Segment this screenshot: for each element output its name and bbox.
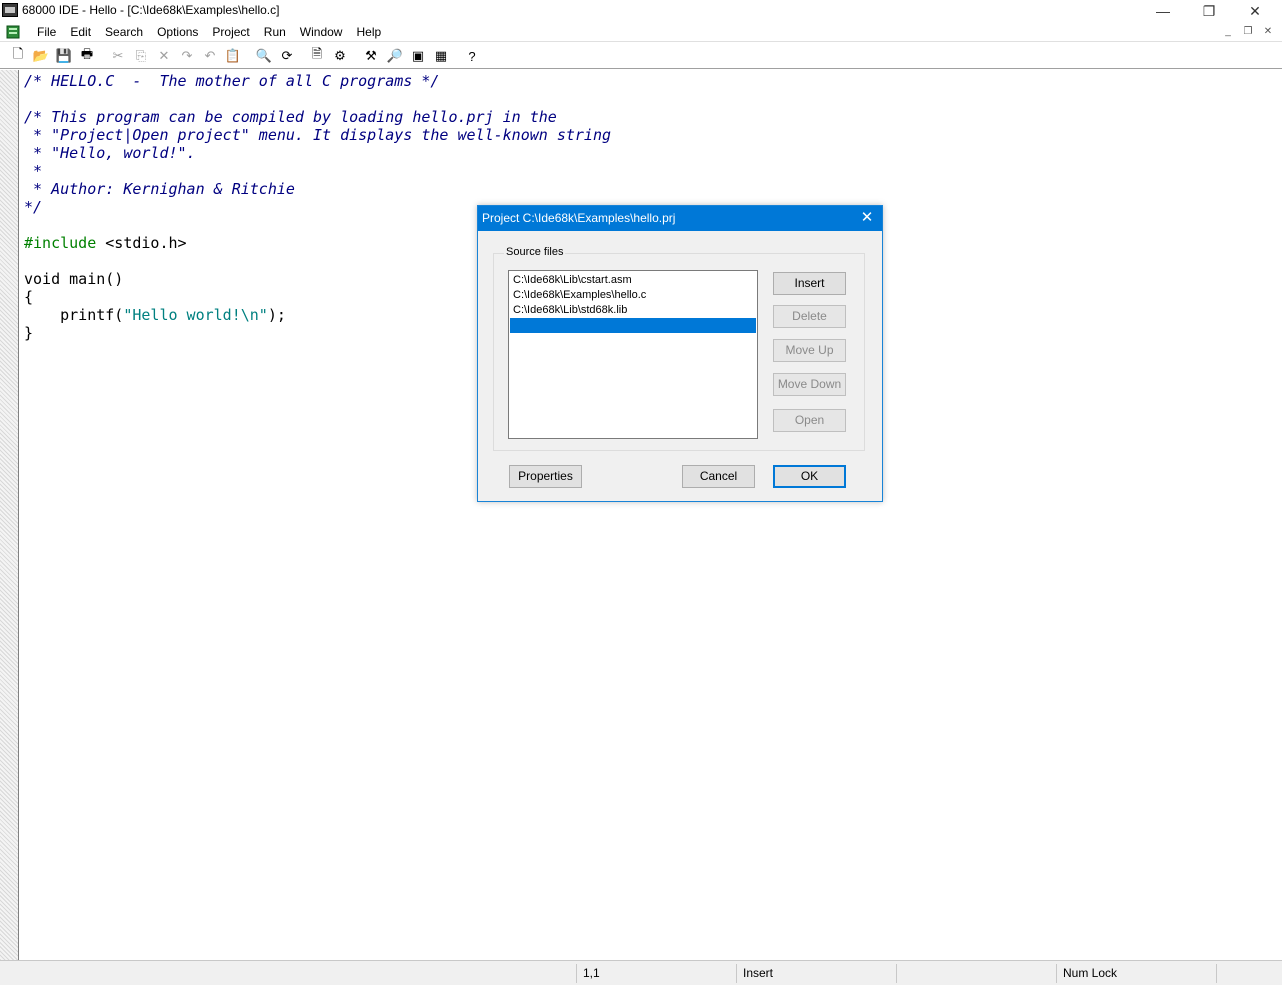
mdi-minimize-icon[interactable]: _ (1220, 25, 1236, 39)
properties-button[interactable]: Properties (509, 465, 582, 488)
code-editor[interactable]: /* HELLO.C - The mother of all C program… (0, 70, 1282, 960)
list-item[interactable]: C:\Ide68k\Examples\hello.c (510, 288, 756, 303)
code-line: /* HELLO.C - The mother of all C program… (24, 72, 611, 90)
mdi-restore-icon[interactable]: ❐ (1240, 25, 1256, 39)
copy-icon[interactable]: ⎘ (132, 47, 150, 65)
undo-icon[interactable]: ↶ (201, 47, 219, 65)
status-extra (1216, 964, 1282, 983)
menu-search[interactable]: Search (98, 24, 150, 40)
help-icon[interactable]: ? (463, 47, 481, 65)
dialog-title-bar[interactable]: Project C:\Ide68k\Examples\hello.prj ✕ (478, 206, 882, 231)
code-token: * "Hello, world!". (24, 144, 196, 162)
delete-icon[interactable]: ✕ (155, 47, 173, 65)
dialog-close-icon[interactable]: ✕ (858, 209, 876, 227)
code-line: * Author: Kernighan & Ritchie (24, 180, 611, 198)
monitor-icon[interactable]: ▣ (409, 47, 427, 65)
source-files-label: Source files (504, 246, 566, 258)
mdi-close-icon[interactable]: ✕ (1260, 25, 1276, 39)
window-title: 68000 IDE - Hello - [C:\Ide68k\Examples\… (22, 3, 280, 17)
close-icon[interactable]: ✕ (1232, 0, 1278, 22)
menu-bar: File Edit Search Options Project Run Window Hel… (0, 22, 1282, 42)
code-line: * "Project|Open project" menu. It displa… (24, 126, 611, 144)
list-item[interactable]: C:\Ide68k\Lib\cstart.asm (510, 273, 756, 288)
project-file-icon[interactable]: 🗎 (308, 46, 326, 65)
menu-options[interactable]: Options (150, 24, 205, 40)
code-token: * Author: Kernighan & Ritchie (24, 180, 295, 198)
paste-icon[interactable]: 📋 (224, 47, 242, 65)
save-icon[interactable]: 💾 (55, 47, 73, 65)
build-tools-icon[interactable]: ⚒ (362, 47, 380, 65)
source-files-list[interactable]: C:\Ide68k\Lib\cstart.asm C:\Ide68k\Exampl… (508, 270, 758, 439)
move-down-button[interactable]: Move Down (773, 373, 846, 396)
status-bar: 1,1 Insert Num Lock (0, 960, 1282, 985)
editor-gutter (0, 70, 19, 960)
code-token: main() (60, 270, 124, 288)
toolbar: 🗋 📂 💾 🖶 ✂ ⎘ ✕ ↷ ↶ 📋 🔍 ⟳ 🗎 ⚙ ⚒ 🔎 ▣ ▦? (0, 43, 1282, 69)
dialog-title: Project C:\Ide68k\Examples\hello.prj (482, 211, 676, 225)
menu-edit[interactable]: Edit (63, 24, 98, 40)
new-file-icon[interactable]: 🗋 (9, 46, 27, 65)
edit-mode: Insert (736, 964, 894, 983)
code-line: * (24, 162, 611, 180)
restore-icon[interactable]: ❐ (1186, 0, 1232, 22)
code-token: { (24, 288, 34, 306)
insert-button[interactable]: Insert (773, 272, 846, 295)
document-icon[interactable] (6, 25, 22, 39)
minimize-icon[interactable]: — (1140, 0, 1186, 22)
code-token: "Hello world!\n" (123, 306, 268, 324)
code-token: <stdio.h> (96, 234, 187, 252)
code-token: */ (24, 198, 43, 216)
print-icon[interactable]: 🖶 (78, 46, 96, 65)
code-token: #include (24, 234, 97, 252)
app-icon[interactable] (2, 3, 18, 17)
menu-file[interactable]: File (30, 24, 63, 40)
open-folder-icon[interactable]: 📂 (32, 47, 50, 65)
code-line: * "Hello, world!". (24, 144, 611, 162)
debug-search-icon[interactable]: 🔎 (386, 47, 404, 65)
list-item[interactable] (510, 318, 756, 333)
delete-button[interactable]: Delete (773, 305, 846, 328)
cursor-position: 1,1 (576, 964, 734, 983)
menu-window[interactable]: Window (293, 24, 350, 40)
menu-help[interactable]: Help (349, 24, 388, 40)
status-empty (896, 964, 1054, 983)
title-bar: 68000 IDE - Hello - [C:\Ide68k\Examples\… (0, 0, 1282, 22)
code-token: /* HELLO.C - The mother of all C program… (24, 72, 440, 90)
list-item[interactable]: C:\Ide68k\Lib\std68k.lib (510, 303, 756, 318)
replace-icon[interactable]: ⟳ (278, 47, 296, 65)
code-line: /* This program can be compiled by loadi… (24, 108, 611, 126)
redo-icon[interactable]: ↷ (178, 47, 196, 65)
code-token: * "Project|Open project" menu. It displa… (24, 126, 611, 144)
menu-project[interactable]: Project (205, 24, 256, 40)
project-options-icon[interactable]: ⚙ (331, 47, 349, 65)
move-up-button[interactable]: Move Up (773, 339, 846, 362)
project-dialog: Project C:\Ide68k\Examples\hello.prj ✕ S… (477, 205, 883, 502)
open-button[interactable]: Open (773, 409, 846, 432)
find-icon[interactable]: 🔍 (255, 47, 273, 65)
cancel-button[interactable]: Cancel (682, 465, 755, 488)
chip-icon[interactable]: ▦ (432, 47, 450, 65)
code-token: /* This program can be compiled by loadi… (24, 108, 557, 126)
code-token: * (24, 162, 43, 180)
num-lock-indicator: Num Lock (1056, 964, 1214, 983)
ok-button[interactable]: OK (773, 465, 846, 488)
code-token: } (24, 324, 34, 342)
code-token: void (24, 270, 61, 288)
code-token: printf( (24, 306, 124, 324)
menu-run[interactable]: Run (257, 24, 293, 40)
cut-icon[interactable]: ✂ (109, 47, 127, 65)
code-token: ); (267, 306, 286, 324)
